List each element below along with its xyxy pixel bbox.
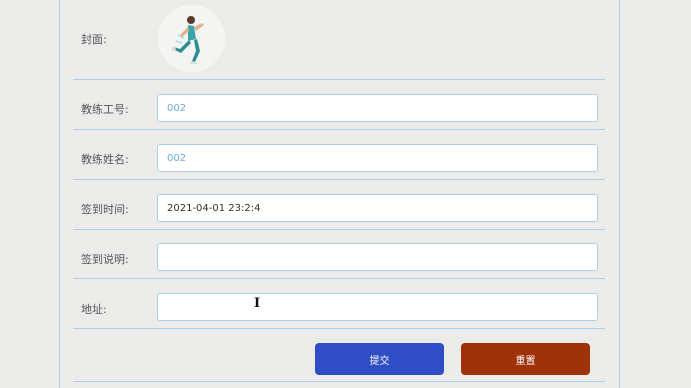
coach-name-label: 教练姓名: [81, 153, 129, 166]
coach-id-label: 教练工号: [81, 103, 129, 116]
address-input[interactable] [157, 293, 598, 321]
coach-id-input[interactable] [157, 94, 598, 122]
submit-button[interactable]: 提交 [315, 343, 444, 375]
i-beam-cursor-icon: I [254, 296, 261, 311]
cover-label: 封面: [81, 33, 107, 46]
coach-name-input[interactable] [157, 144, 598, 172]
checkin-time-input[interactable] [157, 194, 598, 222]
cover-image[interactable] [158, 5, 225, 72]
address-label: 地址: [81, 303, 107, 316]
checkin-note-label: 签到说明: [81, 253, 129, 266]
checkin-time-label: 签到时间: [81, 203, 129, 216]
cover-row [73, 0, 605, 80]
checkin-note-input[interactable] [157, 243, 598, 271]
reset-button[interactable]: 重置 [461, 343, 590, 375]
running-woman-image [172, 16, 204, 64]
